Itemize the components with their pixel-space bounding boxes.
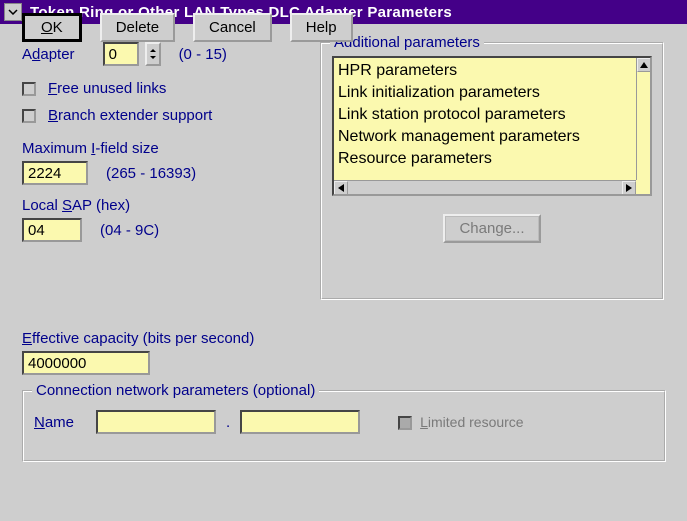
scroll-up-icon[interactable]	[637, 58, 651, 72]
conn-name2-input[interactable]	[240, 410, 360, 434]
free-links-checkbox[interactable]	[22, 82, 36, 96]
connection-network-title: Connection network parameters (optional)	[32, 382, 319, 399]
ifield-label: Maximum I-field size	[22, 140, 312, 157]
additional-params-title: Additional parameters	[330, 34, 484, 51]
ifield-input[interactable]	[22, 161, 88, 185]
branch-ext-label: Branch extender support	[48, 107, 212, 124]
scroll-right-icon[interactable]	[622, 181, 636, 195]
capacity-block: Effective capacity (bits per second)	[22, 330, 662, 375]
additional-params-listbox[interactable]: HPR parameters Link initialization param…	[332, 56, 652, 196]
branch-ext-row[interactable]: Branch extender support	[22, 107, 312, 124]
cancel-button[interactable]: Cancel	[193, 13, 272, 42]
limited-resource-row: Limited resource	[398, 414, 523, 430]
ifield-block: Maximum I-field size (265 - 16393)	[22, 140, 312, 185]
scroll-corner	[636, 180, 650, 194]
connection-network-group: Connection network parameters (optional)…	[22, 390, 666, 462]
conn-name-label: Name	[34, 414, 74, 431]
sap-input[interactable]	[22, 218, 82, 242]
ok-button[interactable]: OK	[22, 13, 82, 42]
branch-ext-checkbox[interactable]	[22, 109, 36, 123]
sap-block: Local SAP (hex) (04 - 9C)	[22, 197, 312, 242]
ifield-range: (265 - 16393)	[106, 165, 196, 182]
sap-range: (04 - 9C)	[100, 222, 159, 239]
list-item[interactable]: Link station protocol parameters	[338, 104, 646, 126]
adapter-range: (0 - 15)	[179, 46, 227, 63]
listbox-scrollbar-v[interactable]	[636, 58, 650, 180]
change-button[interactable]: Change...	[443, 214, 540, 243]
adapter-input[interactable]	[103, 42, 139, 66]
list-item[interactable]: Link initialization parameters	[338, 82, 646, 104]
content-area: Adapter (0 - 15) Free unused links Branc…	[0, 24, 687, 56]
conn-name-dot: .	[226, 414, 230, 431]
help-button[interactable]: Help	[290, 13, 353, 42]
adapter-spinner[interactable]	[145, 42, 161, 66]
scroll-left-icon[interactable]	[334, 181, 348, 195]
list-item[interactable]: Network management parameters	[338, 126, 646, 148]
list-item[interactable]: HPR parameters	[338, 60, 646, 82]
delete-button[interactable]: Delete	[100, 13, 175, 42]
dialog-window: Token Ring or Other LAN Types DLC Adapte…	[0, 0, 687, 521]
adapter-label: Adapter	[22, 46, 75, 63]
list-item[interactable]: Resource parameters	[338, 148, 646, 170]
free-links-label: Free unused links	[48, 80, 166, 97]
sap-label: Local SAP (hex)	[22, 197, 312, 214]
system-menu-icon[interactable]	[4, 3, 22, 21]
adapter-row: Adapter (0 - 15)	[22, 42, 312, 66]
limited-resource-checkbox	[398, 416, 412, 430]
capacity-label: Effective capacity (bits per second)	[22, 330, 662, 347]
capacity-input[interactable]	[22, 351, 150, 375]
additional-params-group: Additional parameters HPR parameters Lin…	[320, 42, 664, 300]
listbox-scrollbar-h[interactable]	[334, 180, 636, 194]
limited-resource-label: Limited resource	[420, 414, 524, 430]
left-column: Adapter (0 - 15) Free unused links Branc…	[22, 42, 312, 252]
free-links-row[interactable]: Free unused links	[22, 80, 312, 97]
dialog-buttons: OK Delete Cancel Help	[22, 13, 353, 42]
conn-name1-input[interactable]	[96, 410, 216, 434]
